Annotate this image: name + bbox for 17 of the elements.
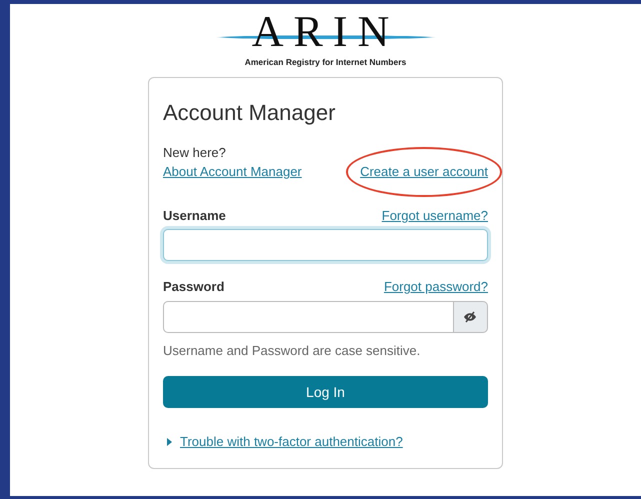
eye-slash-icon [463, 310, 478, 323]
show-password-button[interactable] [454, 300, 488, 333]
disclosure-icon[interactable] [167, 438, 172, 446]
card-title: Account Manager [163, 98, 336, 127]
forgot-link[interactable]: Forgot username? [382, 206, 488, 226]
link[interactable]: About Account Manager [163, 164, 302, 180]
logo-subtitle: American Registry for Internet Numbers [244, 56, 408, 69]
password-field[interactable] [163, 300, 454, 333]
field-label: Username [163, 206, 226, 225]
login-button[interactable]: Log In [163, 376, 488, 408]
hint-text: Username and Password are case sensitive. [163, 342, 422, 360]
forgot-link[interactable]: Forgot password? [384, 277, 488, 297]
intro-text: New here? [163, 144, 227, 162]
link[interactable]: Create a user account [360, 164, 488, 180]
disclosure-link[interactable]: Trouble with two-factor authentication? [180, 432, 403, 452]
field-label: Password [163, 278, 224, 296]
username-field[interactable] [163, 229, 488, 262]
